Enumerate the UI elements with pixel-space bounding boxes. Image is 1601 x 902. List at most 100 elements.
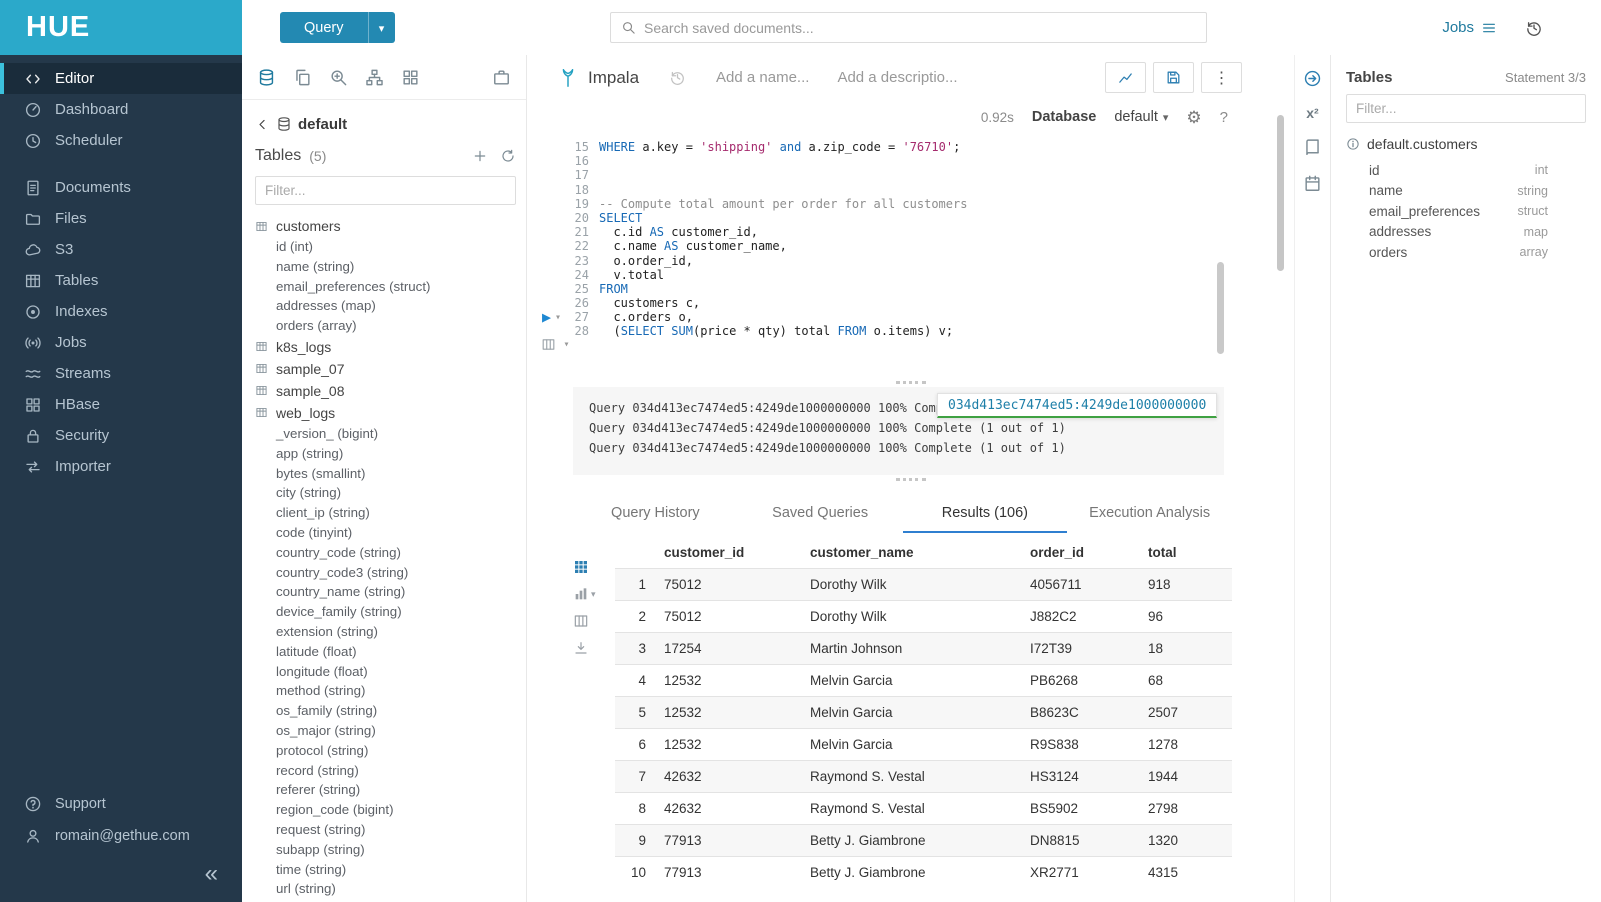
- log-resize-handle[interactable]: [527, 475, 1294, 484]
- db-table-k8s_logs[interactable]: k8s_logs: [255, 336, 516, 358]
- db-column[interactable]: record (string): [255, 761, 516, 781]
- assist-filter-input[interactable]: [1346, 94, 1586, 123]
- code-editor[interactable]: 15WHERE a.key = 'shipping' and a.zip_cod…: [527, 134, 1294, 378]
- query-name-input[interactable]: Add a name...: [716, 69, 809, 86]
- assist-column-addresses[interactable]: addressesmap: [1369, 222, 1548, 243]
- editor-resize-handle[interactable]: [527, 378, 1294, 387]
- result-row-6[interactable]: 612532Melvin GarciaR9S8381278: [615, 729, 1232, 761]
- code-line-20[interactable]: 20SELECT: [565, 211, 1294, 225]
- db-column[interactable]: bytes (smallint): [255, 464, 516, 484]
- code-line-17[interactable]: 17: [565, 168, 1294, 182]
- code-line-26[interactable]: 26 customers c,: [565, 296, 1294, 310]
- query-button[interactable]: Query: [280, 12, 368, 43]
- code-line-25[interactable]: 25FROM: [565, 282, 1294, 296]
- nav-item-security[interactable]: Security: [0, 420, 242, 451]
- code-line-21[interactable]: 21 c.id AS customer_id,: [565, 225, 1294, 239]
- tab-execution-analysis[interactable]: Execution Analysis: [1067, 496, 1232, 533]
- code-line-24[interactable]: 24 v.total: [565, 268, 1294, 282]
- db-table-sample_08[interactable]: sample_08: [255, 380, 516, 402]
- result-row-10[interactable]: 1077913Betty J. GiambroneXR27714315: [615, 857, 1232, 889]
- db-column[interactable]: referer (string): [255, 780, 516, 800]
- execute-play-icon[interactable]: ▶: [542, 310, 551, 325]
- blocks-icon[interactable]: [401, 68, 420, 87]
- assist-table-row[interactable]: default.customers: [1346, 136, 1586, 152]
- db-column[interactable]: city (string): [255, 483, 516, 503]
- db-column[interactable]: method (string): [255, 681, 516, 701]
- execute-caret-icon[interactable]: ▾: [555, 312, 561, 323]
- nav-item-hbase[interactable]: HBase: [0, 389, 242, 420]
- search-input[interactable]: [644, 20, 1196, 36]
- statement-indicator[interactable]: Statement 3/3: [1505, 70, 1586, 85]
- db-table-sample_07[interactable]: sample_07: [255, 358, 516, 380]
- tab-query-history[interactable]: Query History: [573, 496, 738, 533]
- columns-icon[interactable]: [573, 613, 589, 629]
- nav-item-user[interactable]: romain@gethue.com: [0, 820, 242, 852]
- db-column[interactable]: id (int): [255, 237, 516, 257]
- db-column[interactable]: device_family (string): [255, 602, 516, 622]
- db-column[interactable]: _version_ (bigint): [255, 424, 516, 444]
- more-actions-button[interactable]: ⋮: [1201, 62, 1242, 93]
- result-row-4[interactable]: 412532Melvin GarciaPB626868: [615, 665, 1232, 697]
- sitemap-icon[interactable]: [365, 68, 384, 87]
- refresh-tables-icon[interactable]: [500, 148, 516, 164]
- code-line-22[interactable]: 22 c.name AS customer_name,: [565, 239, 1294, 253]
- db-column[interactable]: app (string): [255, 444, 516, 464]
- code-line-15[interactable]: 15WHERE a.key = 'shipping' and a.zip_cod…: [565, 140, 1294, 154]
- db-column[interactable]: orders (array): [255, 316, 516, 336]
- tab-saved-queries[interactable]: Saved Queries: [738, 496, 903, 533]
- assist-column-orders[interactable]: ordersarray: [1369, 242, 1548, 263]
- main-scrollbar[interactable]: [1277, 115, 1284, 271]
- nav-item-jobs[interactable]: Jobs: [0, 327, 242, 358]
- db-column[interactable]: protocol (string): [255, 741, 516, 761]
- db-column[interactable]: time (string): [255, 860, 516, 880]
- col-header-customer_id[interactable]: customer_id: [655, 537, 801, 569]
- db-column[interactable]: addresses (map): [255, 296, 516, 316]
- db-column[interactable]: client_ip (string): [255, 503, 516, 523]
- editor-gutter-menu[interactable]: ▾: [541, 337, 574, 352]
- help-icon[interactable]: ?: [1220, 109, 1228, 126]
- chart-bars-icon[interactable]: [573, 586, 589, 602]
- result-row-7[interactable]: 742632Raymond S. VestalHS31241944: [615, 761, 1232, 793]
- result-row-3[interactable]: 317254Martin JohnsonI72T3918: [615, 633, 1232, 665]
- search-plus-icon[interactable]: [329, 68, 348, 87]
- db-column[interactable]: url (string): [255, 879, 516, 899]
- nav-item-support[interactable]: Support: [0, 788, 242, 820]
- db-column[interactable]: region_code (bigint): [255, 800, 516, 820]
- nav-item-files[interactable]: Files: [0, 203, 242, 234]
- database-selector[interactable]: default ▾: [1114, 109, 1168, 125]
- chart-button[interactable]: [1105, 62, 1146, 93]
- back-chevron-icon[interactable]: [255, 117, 270, 132]
- nav-item-editor[interactable]: Editor: [0, 63, 242, 94]
- db-column[interactable]: os_major (string): [255, 721, 516, 741]
- superscript-icon[interactable]: x²: [1306, 105, 1318, 121]
- nav-item-s3[interactable]: S3: [0, 234, 242, 265]
- code-line-28[interactable]: 28 (SELECT SUM(price * qty) total FROM o…: [565, 324, 1294, 338]
- result-row-9[interactable]: 977913Betty J. GiambroneDN88151320: [615, 825, 1232, 857]
- database-breadcrumb-label[interactable]: default: [298, 116, 347, 133]
- grid-apps-icon[interactable]: [573, 559, 589, 575]
- nav-item-importer[interactable]: Importer: [0, 451, 242, 482]
- col-header-order_id[interactable]: order_id: [1021, 537, 1139, 569]
- db-column[interactable]: os_family (string): [255, 701, 516, 721]
- code-line-18[interactable]: 18: [565, 183, 1294, 197]
- result-row-8[interactable]: 842632Raymond S. VestalBS59022798: [615, 793, 1232, 825]
- query-description-input[interactable]: Add a descriptio...: [837, 69, 957, 86]
- query-history-icon[interactable]: [669, 69, 686, 86]
- nav-item-tables[interactable]: Tables: [0, 265, 242, 296]
- assist-arrow-icon[interactable]: [1303, 69, 1322, 88]
- download-icon[interactable]: [573, 640, 589, 656]
- nav-item-streams[interactable]: Streams: [0, 358, 242, 389]
- code-line-19[interactable]: 19-- Compute total amount per order for …: [565, 197, 1294, 211]
- calendar-icon[interactable]: [1303, 174, 1322, 193]
- history-icon[interactable]: [1525, 19, 1543, 37]
- briefcase-icon[interactable]: [492, 68, 511, 87]
- assist-column-email_preferences[interactable]: email_preferencesstruct: [1369, 201, 1548, 222]
- query-dropdown-button[interactable]: ▾: [368, 12, 395, 43]
- db-column[interactable]: name (string): [255, 257, 516, 277]
- db-column[interactable]: email_preferences (struct): [255, 277, 516, 297]
- editor-scrollbar[interactable]: [1217, 262, 1224, 354]
- query-id-tooltip[interactable]: 034d413ec7474ed5:4249de1000000000: [937, 393, 1217, 418]
- collapse-sidebar-button[interactable]: «: [205, 862, 218, 886]
- databases-icon[interactable]: [257, 68, 276, 87]
- col-header-customer_name[interactable]: customer_name: [801, 537, 1021, 569]
